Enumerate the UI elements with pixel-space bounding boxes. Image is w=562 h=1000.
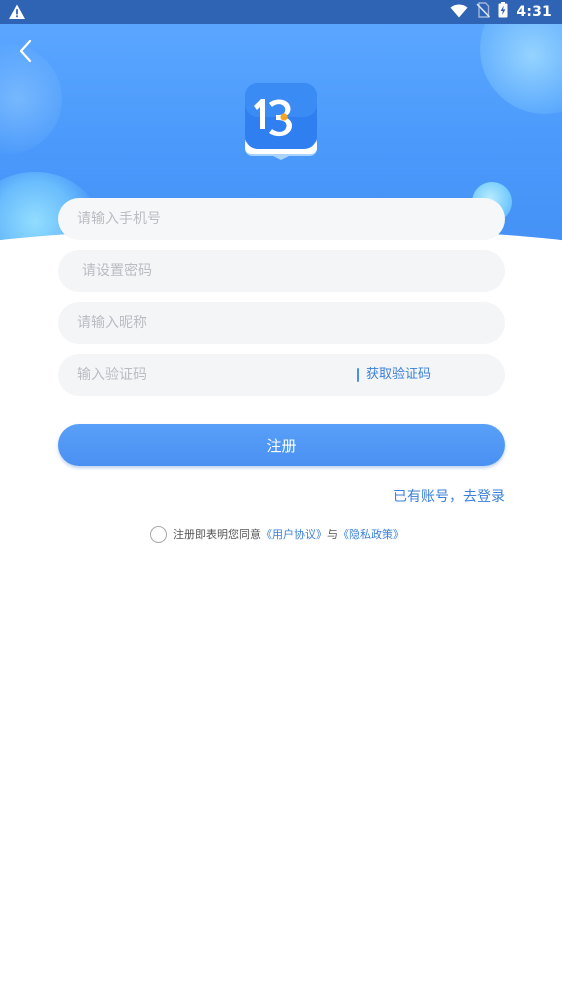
password-field	[58, 250, 505, 292]
warning-icon	[8, 3, 26, 21]
nickname-field	[58, 302, 505, 344]
register-form: 获取验证码	[58, 198, 505, 406]
status-time: 4:31	[516, 4, 552, 20]
login-link[interactable]: 已有账号，去登录	[393, 486, 505, 506]
password-input[interactable]	[58, 250, 505, 292]
verification-code-field: 获取验证码	[58, 354, 505, 396]
agreement-prefix: 注册即表明您同意	[173, 528, 261, 541]
status-icons: 4:31	[450, 0, 552, 24]
agree-checkbox[interactable]	[150, 525, 167, 543]
agreement-row: 注册即表明您同意 《用户协议》 与 《隐私政策》	[150, 524, 404, 544]
code-divider	[357, 368, 359, 382]
nickname-input[interactable]	[58, 302, 505, 344]
privacy-policy-link[interactable]: 《隐私政策》	[338, 526, 404, 542]
agreement-conjunction: 与	[327, 528, 338, 541]
chevron-left-icon	[12, 39, 40, 70]
phone-input[interactable]	[58, 198, 505, 240]
verification-code-input[interactable]	[58, 354, 505, 396]
app-logo-icon	[242, 82, 320, 160]
phone-field	[58, 198, 505, 240]
get-code-button[interactable]: 获取验证码	[366, 354, 431, 396]
wifi-icon	[450, 3, 468, 22]
register-button[interactable]: 注册	[58, 424, 505, 466]
no-sim-icon	[476, 2, 491, 22]
decor-bubble	[480, 24, 562, 114]
user-agreement-link[interactable]: 《用户协议》	[261, 526, 327, 542]
status-bar: 4:31	[0, 0, 562, 24]
back-button[interactable]	[12, 36, 40, 66]
register-screen: 4:31 请输入手机号 请输入昵称 输入验证码 获取验证码 注册 已有账号，去登…	[0, 0, 562, 1000]
battery-charging-icon	[498, 2, 508, 22]
